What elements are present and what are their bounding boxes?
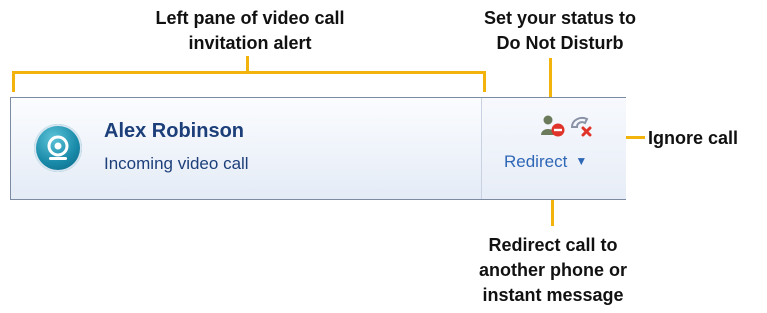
chevron-down-icon: ▼ xyxy=(575,154,588,168)
alert-left-pane[interactable]: Alex Robinson Incoming video call xyxy=(11,98,481,199)
redirect-label: Redirect xyxy=(504,152,568,171)
left-pane-bracket xyxy=(12,71,486,92)
ignore-call-icon[interactable] xyxy=(568,113,594,139)
left-pane-bracket-stem xyxy=(246,56,249,72)
call-subtitle: Incoming video call xyxy=(104,154,249,173)
callout-redirect: Redirect call to another phone or instan… xyxy=(443,233,663,308)
callout-redirect-line1: Redirect call to xyxy=(488,235,618,255)
caller-name: Alex Robinson xyxy=(104,120,245,142)
video-call-alert: Alex Robinson Incoming video call Redire… xyxy=(10,97,626,200)
callout-redirect-line3: instant message xyxy=(482,285,624,305)
do-not-disturb-icon[interactable] xyxy=(540,113,566,139)
callout-dnd: Set your status to Do Not Disturb xyxy=(445,6,675,56)
callout-ignore: Ignore call xyxy=(648,128,739,148)
alert-right-pane: Redirect ▼ xyxy=(481,98,626,199)
callout-left-pane-line1: Left pane of video call xyxy=(155,8,345,28)
callout-redirect-line2: another phone or xyxy=(479,260,627,280)
callout-dnd-line2: Do Not Disturb xyxy=(496,33,624,53)
callout-left-pane: Left pane of video call invitation alert xyxy=(80,6,420,56)
video-camera-icon xyxy=(34,124,82,172)
callout-left-pane-line2: invitation alert xyxy=(188,33,312,53)
redirect-button[interactable]: Redirect ▼ xyxy=(504,152,587,172)
callout-dnd-line1: Set your status to xyxy=(483,8,637,28)
